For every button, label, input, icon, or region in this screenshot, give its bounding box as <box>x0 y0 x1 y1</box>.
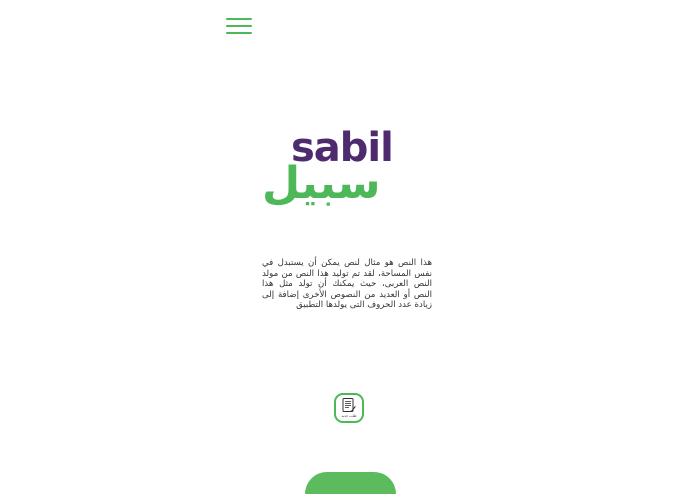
hamburger-icon-line-bottom <box>226 32 252 34</box>
splash-page: sabil سبيل هذا النص هو مثال لنص يمكن أن … <box>0 0 695 494</box>
hamburger-menu-button[interactable] <box>226 18 252 34</box>
sabil-logo: sabil سبيل <box>258 128 438 209</box>
new-request-label: طلب جديد <box>341 414 357 418</box>
hamburger-icon-line-top <box>226 18 252 20</box>
logo-arabic-text: سبيل <box>262 158 381 209</box>
bottom-action-button[interactable] <box>305 472 396 494</box>
description-text: هذا النص هو مثال لنص يمكن أن يستبدل في ن… <box>262 258 432 311</box>
hamburger-icon-line-middle <box>226 25 252 27</box>
document-edit-icon <box>342 398 356 412</box>
new-request-button[interactable]: طلب جديد <box>334 393 364 423</box>
